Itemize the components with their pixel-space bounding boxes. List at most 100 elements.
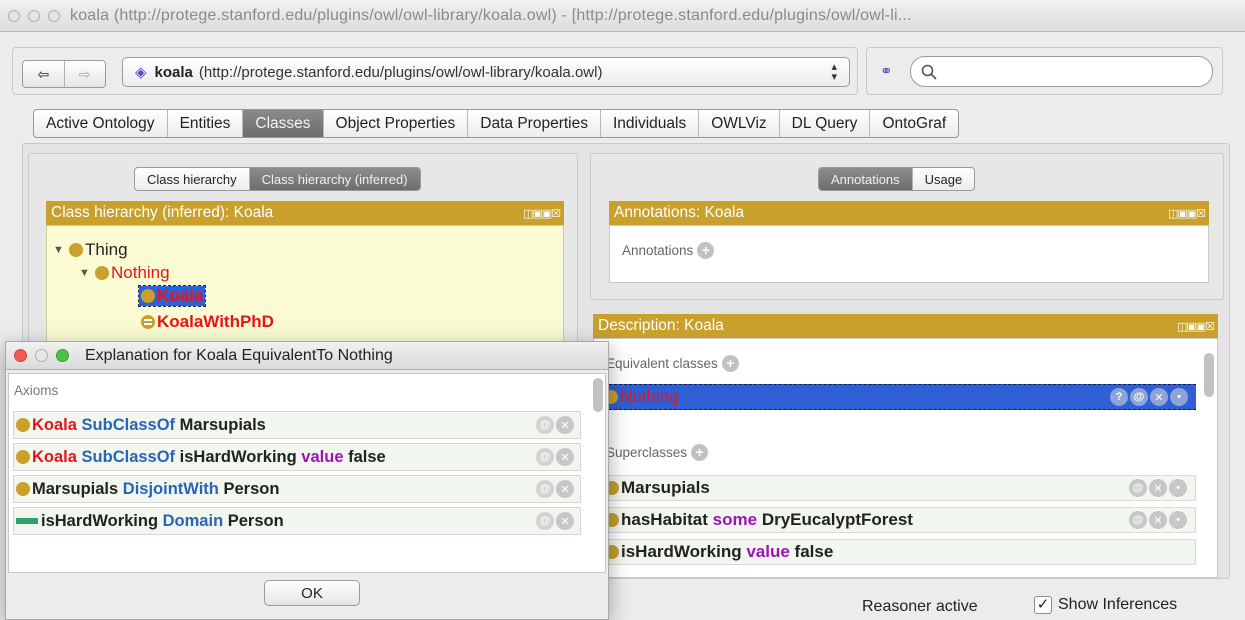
class-icon [95, 266, 109, 280]
tab-individuals[interactable]: Individuals [601, 110, 700, 137]
seg-class-hierarchy[interactable]: Class hierarchy [135, 168, 250, 190]
delete-icon[interactable]: ✕ [556, 512, 574, 530]
tree-item-thing[interactable]: ▼ Thing [53, 240, 128, 260]
ontology-diamond-icon: ◈ [135, 64, 147, 81]
delete-icon[interactable]: ✕ [556, 448, 574, 466]
axiom-subject: Koala [32, 447, 77, 466]
edit-icon[interactable]: • [1169, 511, 1187, 529]
axiom-row[interactable]: Koala SubClassOf Marsupials @ ✕ [13, 411, 581, 439]
equivalent-item-label: Nothing [620, 387, 679, 406]
annotations-label: Annotations [622, 243, 694, 258]
tree-item-label: Nothing [111, 263, 170, 282]
annotate-icon[interactable]: @ [1129, 479, 1147, 497]
axiom-row[interactable]: isHardWorking Domain Person @ ✕ [13, 507, 581, 535]
superclass-row-ishardworking[interactable]: isHardWorking value false [594, 539, 1196, 565]
row-actions: ? @ ✕ • [1108, 388, 1188, 406]
tab-dl-query[interactable]: DL Query [780, 110, 871, 137]
tab-ontograf[interactable]: OntoGraf [870, 110, 958, 137]
explain-icon[interactable]: ? [1110, 388, 1128, 406]
tab-entities[interactable]: Entities [168, 110, 244, 137]
forward-button[interactable]: ⇨ [65, 61, 106, 87]
axiom-row[interactable]: Marsupials DisjointWith Person @ ✕ [13, 475, 581, 503]
ok-button[interactable]: OK [264, 580, 360, 606]
superclasses-label: Superclasses [606, 445, 688, 460]
dialog-minimize-button[interactable] [35, 349, 48, 362]
axiom-keyword: DisjointWith [122, 479, 219, 498]
close-window-button[interactable] [8, 9, 20, 22]
tree-item-label: KoalaWithPhD [157, 312, 274, 331]
dialog-close-button[interactable] [14, 349, 27, 362]
class-tree: ▼ Thing ▼ Nothing Koala KoalaWithPhD [46, 225, 564, 345]
class-hierarchy-header: Class hierarchy (inferred): Koala ◫▣▣☒ [46, 201, 564, 225]
equivalent-row-nothing[interactable]: Nothing ? @ ✕ • [594, 384, 1196, 410]
reasoner-status: Reasoner active [862, 598, 978, 615]
annotate-icon[interactable]: @ [536, 448, 554, 466]
workspace-tabs: Active Ontology Entities Classes Object … [33, 109, 960, 138]
delete-icon[interactable]: ✕ [556, 416, 574, 434]
tree-item-nothing[interactable]: ▼ Nothing [79, 263, 170, 283]
tree-item-koala[interactable]: Koala [137, 285, 207, 307]
edit-icon[interactable]: • [1169, 479, 1187, 497]
data-property-icon [16, 518, 38, 524]
tab-data-properties[interactable]: Data Properties [468, 110, 601, 137]
description-scrollbar[interactable] [1204, 353, 1214, 397]
row-actions: @ ✕ [534, 448, 574, 466]
row-actions: @ ✕ [534, 416, 574, 434]
selected-class: Koala [137, 285, 207, 307]
description-title: Description: Koala [598, 317, 724, 334]
tab-object-properties[interactable]: Object Properties [324, 110, 469, 137]
delete-icon[interactable]: ✕ [556, 480, 574, 498]
add-annotation-icon[interactable]: + [697, 242, 715, 259]
seg-class-hierarchy-inferred[interactable]: Class hierarchy (inferred) [249, 168, 420, 190]
axiom-keyword: SubClassOf [81, 415, 176, 434]
delete-icon[interactable]: ✕ [1149, 479, 1167, 497]
search-input[interactable] [943, 62, 1193, 81]
show-inferences-toggle[interactable]: ✓ Show Inferences [1034, 596, 1177, 614]
search-field[interactable] [910, 56, 1213, 87]
back-button[interactable]: ⇦ [23, 61, 65, 87]
annotate-icon[interactable]: @ [1130, 388, 1148, 406]
superclass-row-hashabitat[interactable]: hasHabitat some DryEucalyptForest @ ✕ • [594, 507, 1196, 533]
equivalent-classes-section: Equivalent classes + [606, 355, 739, 372]
dialog-zoom-button[interactable] [56, 349, 69, 362]
expand-triangle-icon[interactable]: ▼ [53, 244, 69, 256]
axiom-object: Marsupials [179, 415, 266, 434]
delete-icon[interactable]: ✕ [1149, 511, 1167, 529]
delete-icon[interactable]: ✕ [1150, 388, 1168, 406]
minimize-window-button[interactable] [28, 9, 40, 22]
show-inferences-checkbox[interactable]: ✓ [1034, 596, 1052, 614]
view-controls-icon[interactable]: ◫▣▣☒ [523, 207, 561, 220]
edit-icon[interactable]: • [1170, 388, 1188, 406]
view-controls-icon[interactable]: ◫▣▣☒ [1177, 320, 1215, 333]
tab-classes[interactable]: Classes [243, 110, 324, 137]
updown-chevron-icon: ▴ ▾ [831, 61, 837, 83]
add-equivalent-icon[interactable]: + [721, 355, 739, 372]
seg-usage[interactable]: Usage [913, 168, 975, 190]
superclass-row-marsupials[interactable]: Marsupials @ ✕ • [594, 475, 1196, 501]
annotations-list: Annotations + [609, 225, 1209, 283]
annotate-icon[interactable]: @ [536, 416, 554, 434]
seg-annotations[interactable]: Annotations [819, 168, 913, 190]
annotate-icon[interactable]: @ [1129, 511, 1147, 529]
annotations-usage-toggle: Annotations Usage [818, 167, 976, 191]
expand-triangle-icon[interactable]: ▼ [79, 267, 95, 279]
ontology-uri: (http://protege.stanford.edu/plugins/owl… [198, 63, 603, 81]
row-actions: @ ✕ [534, 512, 574, 530]
view-controls-icon[interactable]: ◫▣▣☒ [1168, 207, 1206, 220]
tab-owlviz[interactable]: OWLViz [699, 110, 780, 137]
search-icon [921, 64, 937, 80]
property-label: isHardWorking [621, 542, 742, 561]
annotate-icon[interactable]: @ [536, 480, 554, 498]
annotate-icon[interactable]: @ [536, 512, 554, 530]
zoom-window-button[interactable] [48, 9, 60, 22]
window-title: koala (http://protege.stanford.edu/plugi… [70, 6, 912, 24]
add-superclass-icon[interactable]: + [691, 444, 709, 461]
ontology-selector[interactable]: ◈ koala (http://protege.stanford.edu/plu… [122, 57, 850, 87]
dialog-titlebar: Explanation for Koala EquivalentTo Nothi… [6, 342, 608, 370]
axioms-scrollbar[interactable] [593, 378, 603, 412]
axiom-row[interactable]: Koala SubClassOf isHardWorking value fal… [13, 443, 581, 471]
tree-item-koala-with-phd[interactable]: KoalaWithPhD [141, 312, 274, 332]
keyword-label: value [746, 542, 790, 561]
ontology-name: koala [154, 63, 193, 81]
tab-active-ontology[interactable]: Active Ontology [34, 110, 168, 137]
